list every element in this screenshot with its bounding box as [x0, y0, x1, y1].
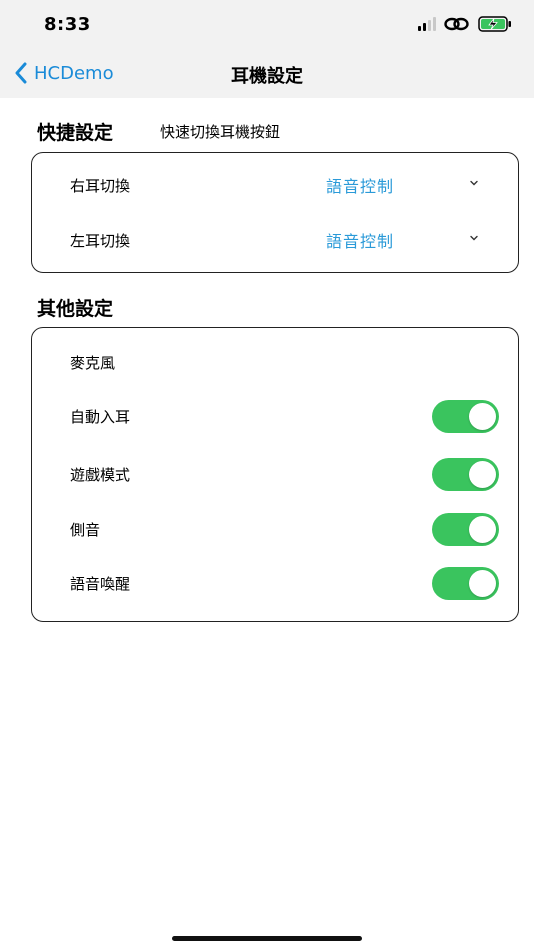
toggle-knob [469, 570, 496, 597]
quick-settings-title: 快捷設定 [37, 122, 114, 144]
home-indicator [172, 936, 362, 941]
toggle-knob [469, 461, 496, 488]
top-area: 8:33 HCDemo 耳機設定 [0, 0, 534, 98]
game-mode-row: 遊戲模式 [32, 454, 518, 494]
voice-wakeup-label: 語音喚醒 [70, 574, 131, 593]
page-title: 耳機設定 [231, 66, 303, 87]
left-ear-switch-label: 左耳切換 [70, 231, 131, 250]
microphone-row[interactable]: 麥克風 [32, 342, 518, 382]
auto-in-ear-row: 自動入耳 [32, 396, 518, 436]
other-settings-title: 其他設定 [37, 298, 114, 320]
voice-wakeup-toggle[interactable] [432, 567, 499, 600]
chevron-down-icon[interactable] [468, 233, 480, 243]
chevron-down-icon[interactable] [468, 178, 480, 188]
link-icon [444, 17, 469, 31]
quick-settings-card: 右耳切換 語音控制 左耳切換 語音控制 [31, 152, 519, 273]
sidetone-label: 側音 [70, 520, 101, 539]
status-bar: 8:33 [0, 0, 534, 50]
voice-wakeup-row: 語音喚醒 [32, 563, 518, 603]
left-ear-switch-row[interactable]: 左耳切換 語音控制 [32, 220, 518, 260]
other-settings-card: 麥克風 自動入耳 遊戲模式 側音 語音喚醒 [31, 327, 519, 622]
left-ear-switch-value[interactable]: 語音控制 [326, 228, 394, 252]
status-time: 8:33 [44, 14, 91, 35]
toggle-knob [469, 403, 496, 430]
auto-in-ear-toggle[interactable] [432, 400, 499, 433]
microphone-label: 麥克風 [70, 353, 116, 372]
game-mode-label: 遊戲模式 [70, 465, 131, 484]
right-ear-switch-value[interactable]: 語音控制 [326, 173, 394, 197]
toggle-knob [469, 516, 496, 543]
right-ear-switch-row[interactable]: 右耳切換 語音控制 [32, 165, 518, 205]
navigation-bar: HCDemo 耳機設定 [0, 50, 534, 98]
cellular-signal-icon [418, 17, 436, 31]
game-mode-toggle[interactable] [432, 458, 499, 491]
sidetone-toggle[interactable] [432, 513, 499, 546]
auto-in-ear-label: 自動入耳 [70, 407, 131, 426]
sidetone-row: 側音 [32, 509, 518, 549]
battery-charging-icon [478, 16, 511, 32]
quick-settings-subtitle: 快速切換耳機按鈕 [160, 123, 281, 141]
status-icons [418, 16, 512, 32]
right-ear-switch-label: 右耳切換 [70, 176, 131, 195]
